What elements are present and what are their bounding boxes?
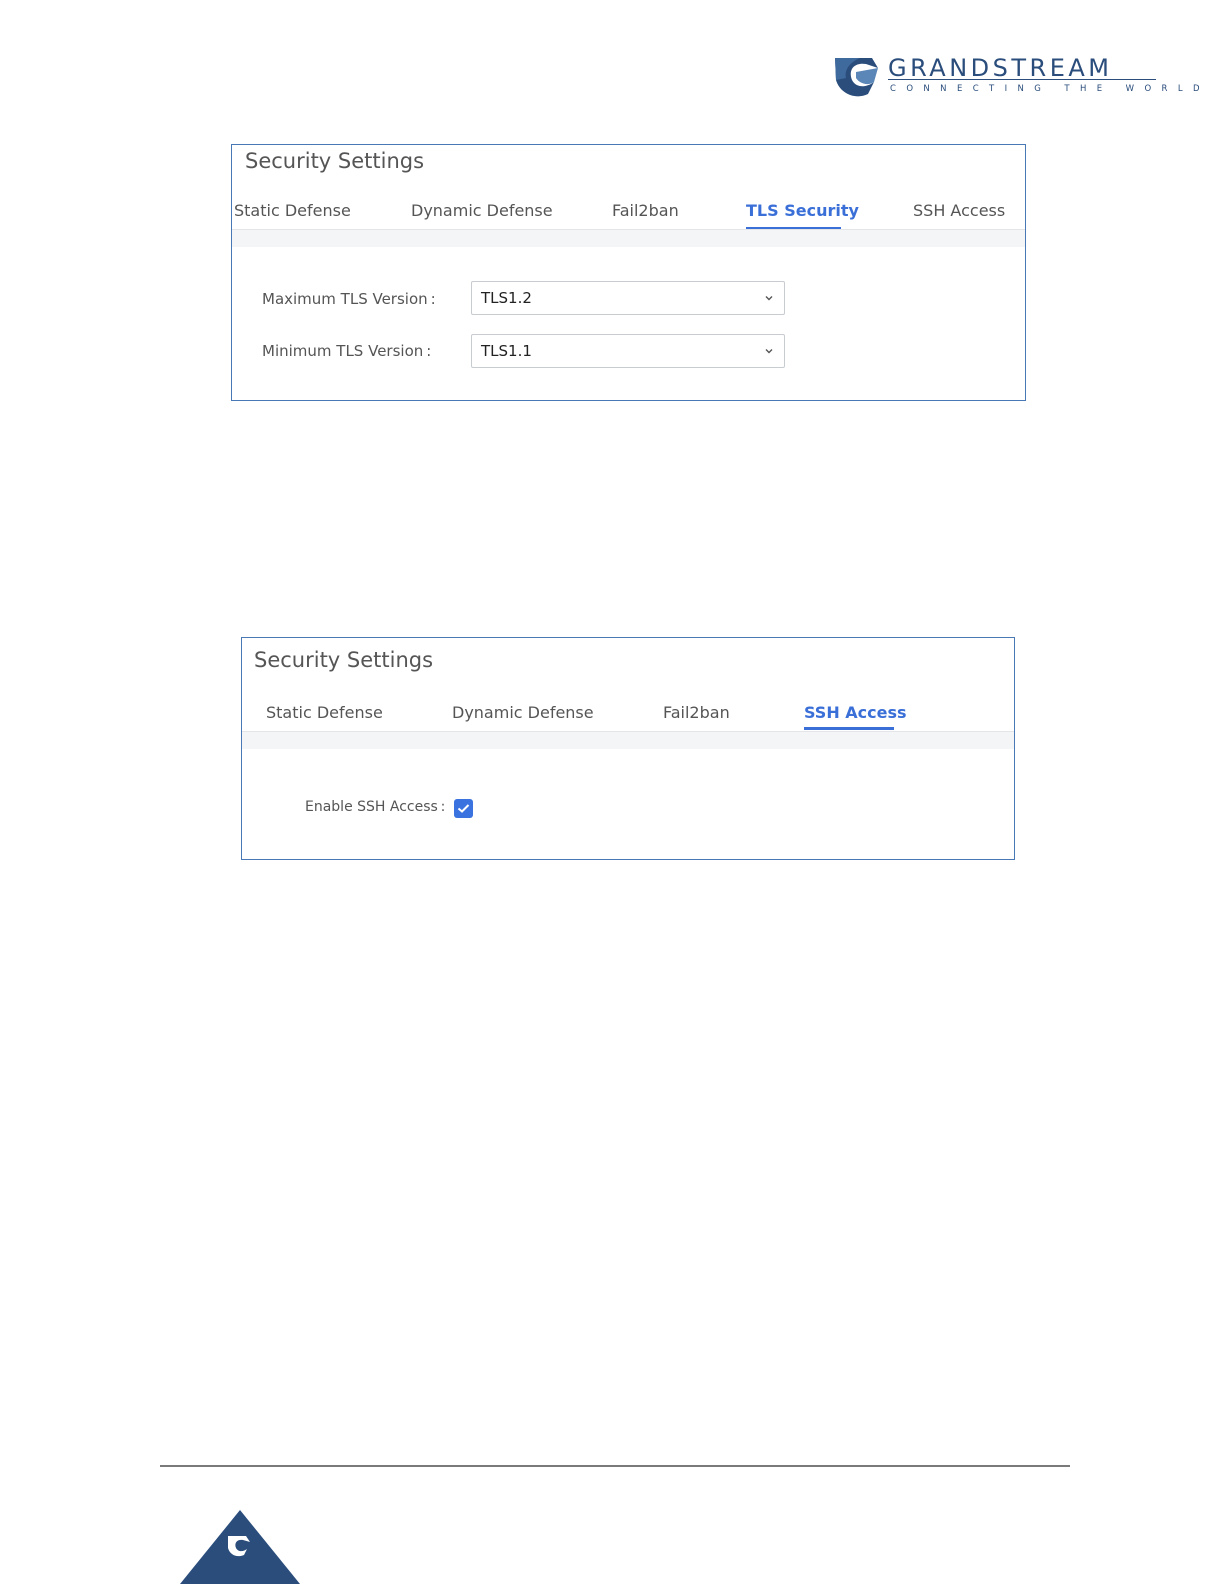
enable-ssh-access-label: Enable SSH Access :: [305, 799, 446, 815]
footer-divider: [160, 1465, 1070, 1467]
min-tls-version-value: TLS1.1: [481, 342, 532, 360]
tab-tls-security[interactable]: TLS Security: [746, 201, 859, 220]
brand-name: GRANDSTREAM: [888, 54, 1113, 82]
max-tls-version-label: Maximum TLS Version :: [262, 290, 436, 308]
grandstream-footer-logo-icon: [180, 1510, 300, 1584]
tab-dynamic-defense[interactable]: Dynamic Defense: [411, 201, 553, 220]
tab-dynamic-defense[interactable]: Dynamic Defense: [452, 703, 594, 722]
tab-ssh-access[interactable]: SSH Access: [804, 703, 907, 722]
chevron-down-icon: [765, 296, 773, 301]
checkmark-icon: [457, 804, 470, 813]
tab-ssh-access[interactable]: SSH Access: [913, 201, 1005, 220]
tab-content-divider: [242, 731, 1014, 749]
panel-title: Security Settings: [254, 648, 434, 672]
brand-tagline: CONNECTING THE WORLD: [890, 84, 1210, 94]
brand-divider: [888, 79, 1156, 80]
security-settings-ssh-panel: Security Settings Static Defense Dynamic…: [241, 637, 1015, 860]
chevron-down-icon: [765, 349, 773, 354]
tab-fail2ban[interactable]: Fail2ban: [612, 201, 679, 220]
tab-fail2ban[interactable]: Fail2ban: [663, 703, 730, 722]
grandstream-logo: GRANDSTREAM CONNECTING THE WORLD: [832, 54, 1200, 100]
max-tls-version-value: TLS1.2: [481, 289, 532, 307]
grandstream-logo-icon: [835, 58, 878, 97]
panel-title: Security Settings: [245, 149, 425, 173]
active-tab-indicator: [804, 727, 894, 730]
security-settings-tls-panel: Security Settings Static Defense Dynamic…: [231, 144, 1026, 401]
enable-ssh-access-checkbox[interactable]: [454, 799, 473, 818]
tab-content-divider: [232, 229, 1025, 247]
max-tls-version-select[interactable]: TLS1.2: [471, 281, 785, 315]
min-tls-version-select[interactable]: TLS1.1: [471, 334, 785, 368]
tab-static-defense[interactable]: Static Defense: [234, 201, 351, 220]
tab-static-defense[interactable]: Static Defense: [266, 703, 383, 722]
min-tls-version-label: Minimum TLS Version :: [262, 342, 432, 360]
